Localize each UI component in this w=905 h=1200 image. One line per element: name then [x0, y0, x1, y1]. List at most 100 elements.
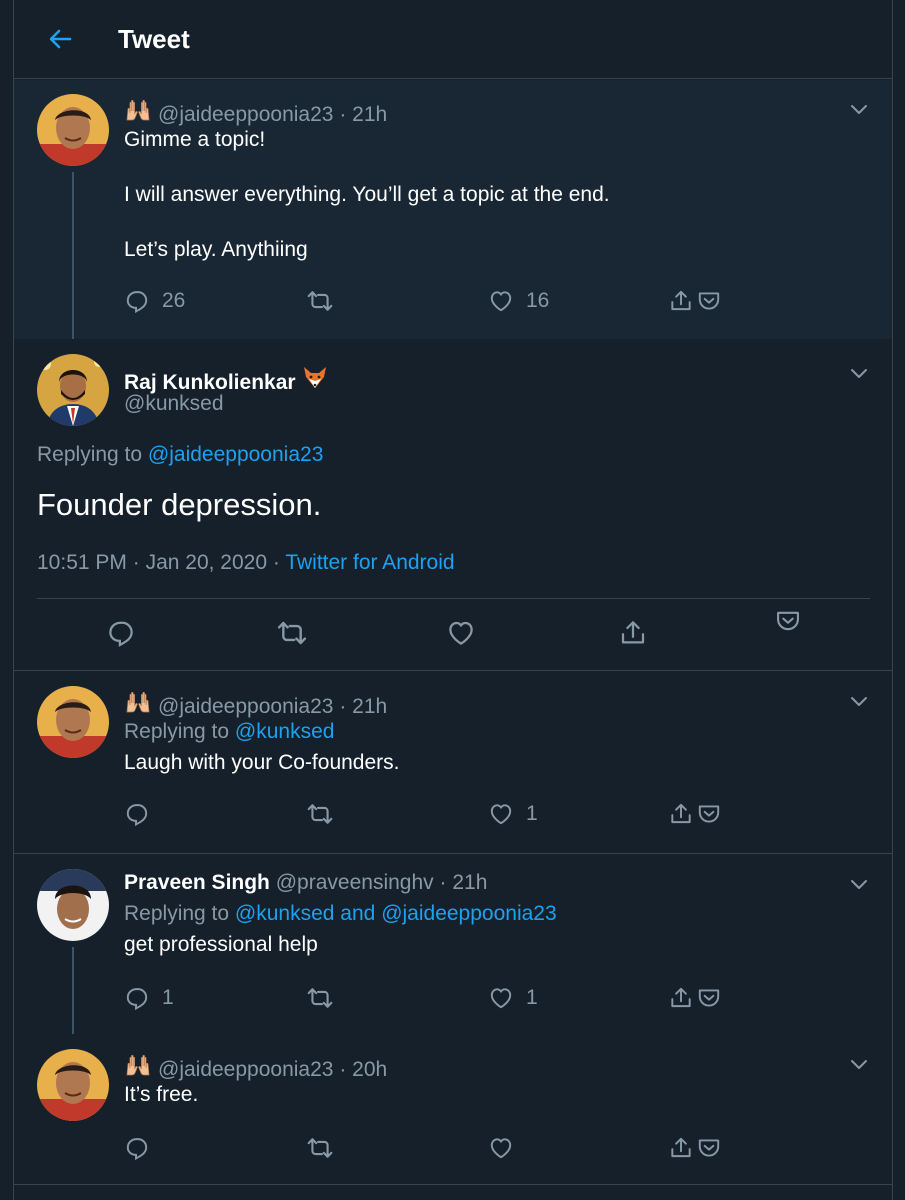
replying-to: Replying to @kunksed	[124, 720, 335, 743]
reply-button[interactable]: 1	[124, 984, 174, 1012]
back-arrow-icon[interactable]	[44, 22, 78, 56]
retweet-button[interactable]	[306, 800, 346, 828]
reply-icon	[124, 1135, 150, 1161]
like-count: 1	[526, 802, 538, 825]
reply-button[interactable]	[124, 1134, 162, 1162]
like-button[interactable]: 16	[488, 287, 549, 315]
raising-hands-icon	[124, 1051, 152, 1085]
tweet-text: Laugh with your Co-founders.	[124, 751, 400, 774]
handle[interactable]: @jaideeppoonia23	[158, 695, 333, 718]
source-link[interactable]: Twitter for Android	[285, 551, 454, 574]
action-bar: 26 16	[124, 287, 744, 315]
chevron-down-icon[interactable]	[849, 694, 869, 708]
handle[interactable]: @jaideeppoonia23	[158, 1058, 333, 1081]
replying-to: Replying to @jaideeppoonia23	[37, 443, 324, 466]
share-icon	[668, 1135, 694, 1161]
pocket-button[interactable]	[774, 607, 802, 635]
mention-link[interactable]: @jaideeppoonia23	[148, 443, 323, 466]
heart-icon	[488, 288, 514, 314]
heart-icon	[488, 1135, 514, 1161]
share-button[interactable]	[668, 287, 722, 315]
retweet-icon	[306, 800, 334, 828]
tweet-text-line: Gimme a topic!	[124, 128, 266, 151]
share-button[interactable]	[668, 1134, 722, 1162]
reply-tweet[interactable]: @jaideeppoonia23 · 20h It’s free.	[14, 1034, 892, 1184]
avatar[interactable]	[37, 94, 109, 166]
pocket-icon[interactable]	[696, 801, 722, 827]
heart-icon	[446, 618, 476, 648]
like-count: 16	[526, 289, 550, 312]
tweet-text: Founder depression.	[37, 487, 322, 522]
avatar[interactable]	[37, 869, 109, 941]
reply-icon	[106, 618, 136, 648]
thread-line	[72, 947, 74, 1034]
tweet-text-line: Let’s play. Anythiing	[124, 238, 308, 261]
share-button[interactable]	[618, 619, 648, 647]
fox-icon	[301, 364, 329, 398]
timestamp[interactable]: 20h	[352, 1058, 387, 1081]
tweet-text: It’s free.	[124, 1083, 199, 1106]
tweet-meta: 10:51 PM · Jan 20, 2020 · Twitter for An…	[37, 551, 455, 574]
page-title: Tweet	[118, 24, 190, 54]
date[interactable]: Jan 20, 2020	[146, 551, 267, 574]
parent-tweet[interactable]: @jaideeppoonia23 · 21h Gimme a topic! I …	[14, 80, 892, 339]
timestamp[interactable]: 21h	[352, 695, 387, 718]
reply-button[interactable]: 26	[124, 287, 185, 315]
heart-icon	[488, 985, 514, 1011]
like-button[interactable]	[488, 1134, 526, 1162]
share-icon	[668, 985, 694, 1011]
tweet-header: @jaideeppoonia23 · 21h	[124, 96, 387, 130]
tweet-text: get professional help	[124, 933, 318, 956]
tweet-header: @jaideeppoonia23 · 21h	[124, 688, 387, 722]
mention-link[interactable]: @kunksed	[235, 902, 335, 925]
pocket-icon[interactable]	[696, 288, 722, 314]
handle[interactable]: @jaideeppoonia23	[158, 103, 333, 126]
avatar[interactable]	[37, 686, 109, 758]
pocket-icon[interactable]	[696, 1135, 722, 1161]
retweet-button[interactable]	[276, 619, 308, 647]
mention-link[interactable]: @kunksed	[235, 720, 335, 743]
mention-link[interactable]: @jaideeppoonia23	[381, 902, 556, 925]
display-name[interactable]: Praveen Singh	[124, 871, 270, 894]
retweet-button[interactable]	[306, 1134, 346, 1162]
reply-tweet[interactable]: Praveen Singh @praveensinghv · 21h Reply…	[14, 854, 892, 1034]
avatar[interactable]	[37, 1049, 109, 1121]
retweet-icon	[306, 1134, 334, 1162]
reply-icon	[124, 801, 150, 827]
chevron-down-icon[interactable]	[849, 366, 869, 380]
heart-icon	[488, 801, 514, 827]
like-button[interactable]	[446, 619, 476, 647]
reply-button[interactable]	[124, 800, 162, 828]
retweet-icon	[276, 617, 308, 649]
timestamp[interactable]: 21h	[352, 103, 387, 126]
reply-count: 1	[162, 986, 174, 1009]
action-bar	[106, 619, 826, 647]
retweet-icon	[306, 287, 334, 315]
timestamp[interactable]: 10:51 PM	[37, 551, 127, 574]
replying-to: Replying to @kunksed and @jaideeppoonia2…	[124, 902, 557, 925]
retweet-button[interactable]	[306, 287, 346, 315]
timestamp[interactable]: 21h	[452, 871, 487, 894]
share-icon	[618, 618, 648, 648]
handle[interactable]: @praveensinghv	[276, 871, 434, 894]
pocket-icon[interactable]	[696, 985, 722, 1011]
reply-icon	[124, 985, 150, 1011]
share-button[interactable]	[668, 984, 722, 1012]
raising-hands-icon	[124, 96, 152, 130]
tweet-header: Praveen Singh @praveensinghv · 21h	[124, 871, 488, 894]
reply-icon	[124, 288, 150, 314]
like-button[interactable]: 1	[488, 800, 538, 828]
reply-button[interactable]	[106, 619, 136, 647]
chevron-down-icon[interactable]	[849, 1057, 869, 1071]
action-bar	[124, 1134, 744, 1162]
handle[interactable]: @kunksed	[124, 392, 224, 416]
retweet-button[interactable]	[306, 984, 346, 1012]
chevron-down-icon[interactable]	[849, 877, 869, 891]
share-button[interactable]	[668, 800, 722, 828]
chevron-down-icon[interactable]	[849, 102, 869, 116]
reply-count: 26	[162, 289, 186, 312]
retweet-icon	[306, 984, 334, 1012]
like-button[interactable]: 1	[488, 984, 538, 1012]
avatar[interactable]	[37, 354, 109, 426]
reply-tweet[interactable]: @jaideeppoonia23 · 21h Replying to @kunk…	[14, 671, 892, 853]
